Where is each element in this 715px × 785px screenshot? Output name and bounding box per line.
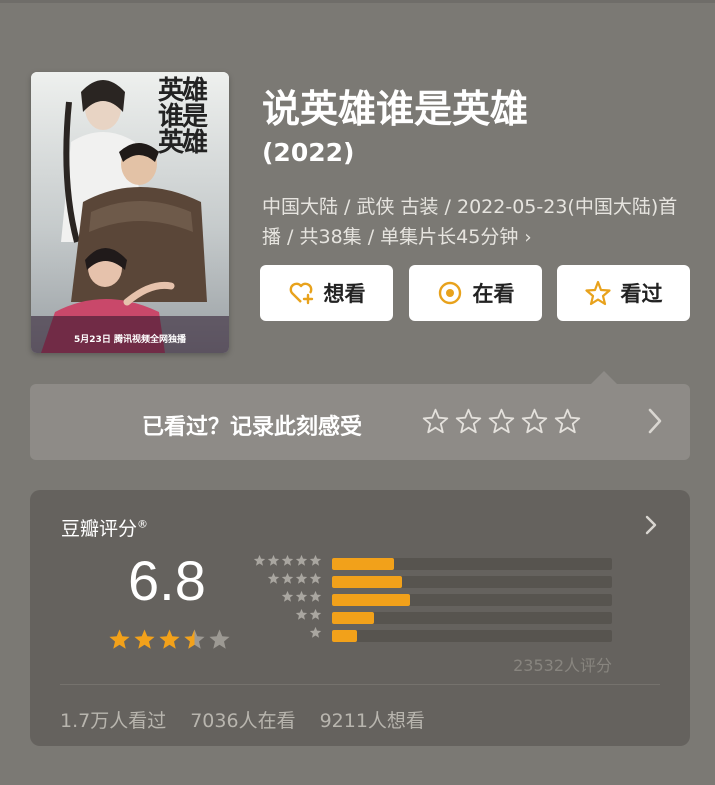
star-small-icon: [253, 554, 266, 566]
distribution-row: [252, 626, 622, 642]
rating-title: 豆瓣评分®: [61, 514, 148, 541]
show-meta-link[interactable]: 中国大陆 / 武侠 古装 / 2022-05-23(中国大陆)首播 / 共38集…: [262, 192, 692, 253]
watched-label: 看过: [620, 282, 663, 306]
audience-stats: 1.7万人看过 7036人在看 9211人想看: [60, 706, 425, 733]
show-meta: 中国大陆 / 武侠 古装 / 2022-05-23(中国大陆)首播 / 共38集…: [262, 196, 678, 248]
douban-rating-card[interactable]: 豆瓣评分® 6.8 23532人评分 1.7万人看过 7036人在看 9211人…: [30, 490, 690, 746]
star-outline-icon[interactable]: [488, 408, 515, 435]
distribution-row: [252, 554, 622, 570]
record-bar-pointer: [591, 371, 617, 384]
distribution-track: [332, 630, 612, 642]
chevron-right-icon: [648, 408, 662, 434]
star-small-icon: [267, 554, 280, 566]
distribution-star-label: [253, 554, 322, 567]
watching-button[interactable]: 在看: [409, 265, 542, 321]
poster-title-art: 英雄 谁是 英雄: [157, 76, 208, 158]
star-small-icon: [309, 626, 322, 638]
distribution-bar: [332, 630, 358, 642]
star-small-icon: [295, 590, 308, 602]
rating-title-text: 豆瓣评分: [61, 518, 138, 540]
watching-count: 7036人在看: [190, 710, 296, 732]
star-small-icon: [281, 554, 294, 566]
chevron-right-icon: [645, 515, 657, 535]
top-divider: [0, 0, 715, 3]
target-icon: [438, 281, 461, 305]
star-small-icon: [267, 572, 280, 584]
watched-button[interactable]: 看过: [557, 265, 690, 321]
star-outline-icon[interactable]: [455, 408, 482, 435]
star-outline-icon: [584, 280, 611, 306]
distribution-bar: [332, 594, 411, 606]
distribution-star-label: [309, 626, 322, 639]
distribution-row: [252, 608, 622, 624]
poster-caption: 5月23日 腾讯视频全网独播: [74, 335, 186, 345]
star-small-icon: [281, 590, 294, 602]
show-year: (2022): [262, 138, 355, 167]
star-outline-icon[interactable]: [422, 408, 449, 435]
star-filled-icon: [159, 629, 180, 649]
rating-score: 6.8: [128, 549, 206, 612]
star-small-icon: [309, 590, 322, 602]
record-star-rating[interactable]: [422, 408, 581, 435]
star-small-icon: [295, 572, 308, 584]
record-feeling-label: 已看过？记录此刻感受: [142, 415, 363, 440]
star-empty-icon: [209, 629, 230, 649]
distribution-star-label: [281, 590, 322, 603]
registered-mark: ®: [137, 517, 149, 531]
chevron-right-icon: ›: [524, 227, 532, 248]
watching-label: 在看: [472, 282, 515, 306]
distribution-bar: [332, 612, 374, 624]
star-small-icon: [295, 554, 308, 566]
star-filled-icon: [134, 629, 155, 649]
distribution-bar: [332, 558, 394, 570]
rating-stars: [108, 628, 231, 651]
want-to-watch-button[interactable]: 想看: [260, 265, 393, 321]
rating-divider: [60, 684, 660, 685]
distribution-star-label: [295, 608, 322, 621]
distribution-track: [332, 576, 612, 588]
distribution-row: [252, 572, 622, 588]
want-count: 9211人想看: [319, 710, 425, 732]
record-feeling-bar[interactable]: 已看过？记录此刻感受: [30, 384, 690, 460]
star-small-icon: [309, 554, 322, 566]
star-small-icon: [309, 572, 322, 584]
star-small-icon: [309, 608, 322, 620]
rating-count: 23532人评分: [513, 656, 612, 675]
star-half-icon: [184, 629, 205, 649]
want-to-watch-label: 想看: [323, 282, 366, 306]
heart-plus-icon: [289, 282, 313, 305]
star-small-icon: [295, 608, 308, 620]
star-small-icon: [281, 572, 294, 584]
star-outline-icon[interactable]: [521, 408, 548, 435]
star-outline-icon[interactable]: [554, 408, 581, 435]
watched-count: 1.7万人看过: [60, 710, 167, 732]
distribution-track: [332, 558, 612, 570]
poster-image[interactable]: 英雄 谁是 英雄 5月23日 腾讯视频全网独播: [31, 72, 229, 353]
show-title: 说英雄谁是英雄: [262, 87, 529, 131]
distribution-track: [332, 594, 612, 606]
distribution-star-label: [267, 572, 322, 585]
distribution-bar: [332, 576, 402, 588]
distribution-row: [252, 590, 622, 606]
star-filled-icon: [109, 629, 130, 649]
distribution-track: [332, 612, 612, 624]
